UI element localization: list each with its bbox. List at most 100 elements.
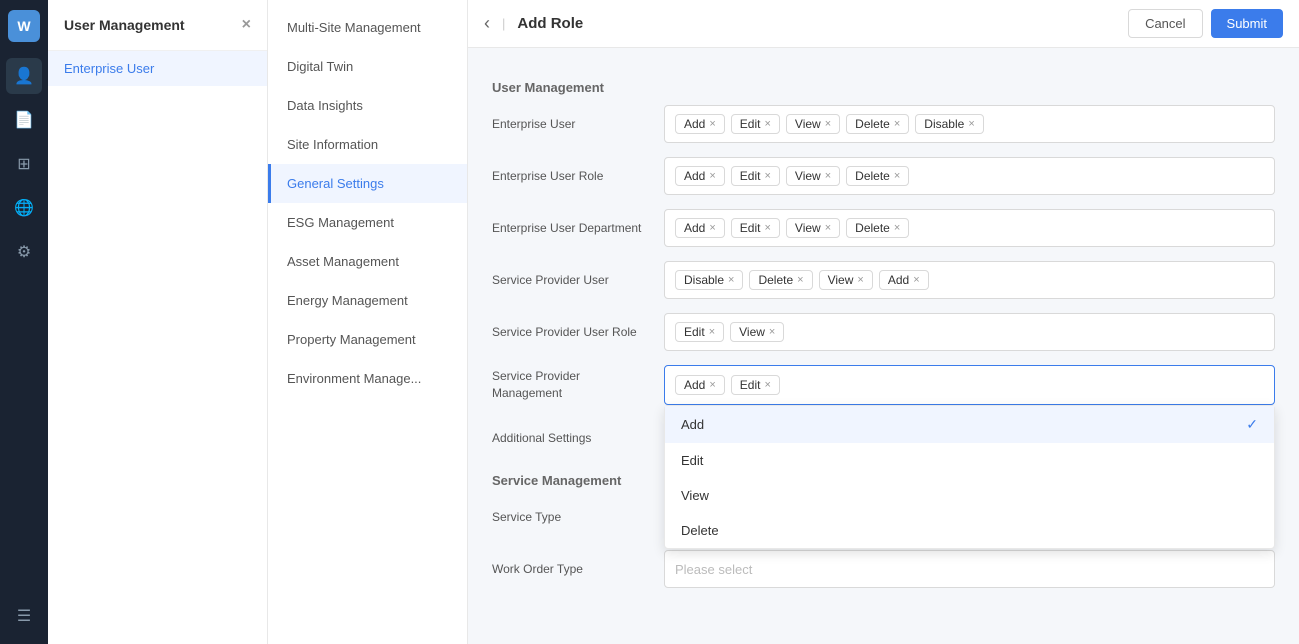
tag-disable: Disable × [915, 114, 983, 134]
permission-tags-sp-user-role[interactable]: Edit × View × [664, 313, 1275, 351]
permission-label-enterprise-user-role: Enterprise User Role [492, 168, 652, 185]
permission-label-additional-settings: Additional Settings [492, 430, 652, 447]
tag-delete-close[interactable]: × [894, 170, 900, 182]
permission-row-enterprise-user: Enterprise User Add × Edit × View × Dele… [492, 105, 1275, 143]
tag-view-close[interactable]: × [825, 118, 831, 130]
tag-view-close[interactable]: × [769, 326, 775, 338]
dropdown-item-add[interactable]: Add ✓ [665, 406, 1274, 443]
permission-tags-work-order-type[interactable]: Please select [664, 550, 1275, 588]
sidebar-icon-layers[interactable]: ⊞ [6, 146, 42, 182]
dropdown-item-label-add: Add [681, 417, 704, 432]
permission-label-work-order-type: Work Order Type [492, 561, 652, 578]
main-area: ‹ | Add Role Cancel Submit User Manageme… [468, 0, 1299, 644]
middle-nav-item-3[interactable]: Site Information [268, 125, 467, 164]
permission-tags-enterprise-user-role[interactable]: Add × Edit × View × Delete × [664, 157, 1275, 195]
permission-label-enterprise-user: Enterprise User [492, 116, 652, 133]
dropdown-item-label-view: View [681, 488, 709, 503]
tag-add-close[interactable]: × [913, 274, 919, 286]
nav-sidebar-header: User Management × [48, 0, 267, 51]
permission-tags-sp-user[interactable]: Disable × Delete × View × Add × [664, 261, 1275, 299]
tag-edit-close[interactable]: × [764, 379, 770, 391]
middle-nav-item-6[interactable]: Asset Management [268, 242, 467, 281]
tag-edit-close[interactable]: × [764, 118, 770, 130]
nav-sidebar-title: User Management [64, 17, 185, 33]
permission-label-sp-user: Service Provider User [492, 272, 652, 289]
sidebar-icon-menu[interactable]: ☰ [6, 598, 42, 634]
tag-view: View × [730, 322, 784, 342]
tag-add: Add × [675, 166, 725, 186]
page-title: Add Role [517, 15, 583, 32]
tag-add-close[interactable]: × [709, 118, 715, 130]
dropdown-item-label-delete: Delete [681, 523, 719, 538]
close-nav-button[interactable]: × [242, 16, 251, 34]
permission-row-sp-user: Service Provider User Disable × Delete ×… [492, 261, 1275, 299]
middle-nav-item-1[interactable]: Digital Twin [268, 47, 467, 86]
permission-tags-sp-management[interactable]: Add × Edit × [664, 365, 1275, 405]
tag-edit-close[interactable]: × [764, 222, 770, 234]
app-logo: W [8, 10, 40, 42]
tag-edit: Edit × [731, 375, 780, 395]
tag-disable-close[interactable]: × [968, 118, 974, 130]
tag-add-close[interactable]: × [709, 379, 715, 391]
tag-view: View × [786, 114, 840, 134]
middle-nav-item-0[interactable]: Multi-Site Management [268, 8, 467, 47]
permission-label-sp-user-role: Service Provider User Role [492, 324, 652, 341]
tag-edit-close[interactable]: × [764, 170, 770, 182]
sidebar-icon-document[interactable]: 📄 [6, 102, 42, 138]
tag-view-close[interactable]: × [825, 222, 831, 234]
middle-nav-item-9[interactable]: Environment Manage... [268, 359, 467, 398]
work-order-type-placeholder: Please select [675, 562, 752, 577]
tag-delete: Delete × [846, 114, 909, 134]
middle-nav-item-7[interactable]: Energy Management [268, 281, 467, 320]
middle-nav-item-5[interactable]: ESG Management [268, 203, 467, 242]
tag-delete-close[interactable]: × [894, 118, 900, 130]
tag-add-close[interactable]: × [709, 170, 715, 182]
icon-sidebar: W 👤 📄 ⊞ 🌐 ⚙ ☰ [0, 0, 48, 644]
middle-nav-item-8[interactable]: Property Management [268, 320, 467, 359]
permission-row-enterprise-user-dept: Enterprise User Department Add × Edit × … [492, 209, 1275, 247]
tag-add: Add × [879, 270, 929, 290]
tag-disable-close[interactable]: × [728, 274, 734, 286]
tag-delete-close[interactable]: × [797, 274, 803, 286]
tag-edit: Edit × [731, 166, 780, 186]
tag-delete-close[interactable]: × [894, 222, 900, 234]
permission-tags-enterprise-user-dept[interactable]: Add × Edit × View × Delete × [664, 209, 1275, 247]
tag-edit: Edit × [731, 114, 780, 134]
user-management-section-title: User Management [492, 80, 1275, 95]
middle-nav-item-2[interactable]: Data Insights [268, 86, 467, 125]
nav-item-enterprise-user[interactable]: Enterprise User [48, 51, 267, 86]
sidebar-icon-gear[interactable]: ⚙ [6, 234, 42, 270]
tag-delete: Delete × [846, 166, 909, 186]
tag-edit-close[interactable]: × [709, 326, 715, 338]
permission-label-enterprise-user-dept: Enterprise User Department [492, 220, 652, 237]
top-bar: ‹ | Add Role Cancel Submit [468, 0, 1299, 48]
tag-view-close[interactable]: × [825, 170, 831, 182]
tag-add: Add × [675, 375, 725, 395]
divider: | [502, 16, 505, 31]
tag-add-close[interactable]: × [709, 222, 715, 234]
dropdown-item-view[interactable]: View [665, 478, 1274, 513]
tag-view: View × [786, 218, 840, 238]
tag-edit: Edit × [675, 322, 724, 342]
permission-tags-enterprise-user[interactable]: Add × Edit × View × Delete × Disable × [664, 105, 1275, 143]
submit-button[interactable]: Submit [1211, 9, 1283, 38]
middle-nav: Multi-Site Management Digital Twin Data … [268, 0, 468, 644]
sidebar-icon-globe[interactable]: 🌐 [6, 190, 42, 226]
tag-view: View × [786, 166, 840, 186]
dropdown-item-edit[interactable]: Edit [665, 443, 1274, 478]
sidebar-icon-users[interactable]: 👤 [6, 58, 42, 94]
permission-label-sp-management: Service Provider Management [492, 368, 652, 402]
middle-nav-item-4[interactable]: General Settings [268, 164, 467, 203]
left-nav-sidebar: User Management × Enterprise User [48, 0, 268, 644]
cancel-button[interactable]: Cancel [1128, 9, 1202, 38]
tag-view-close[interactable]: × [857, 274, 863, 286]
dropdown-item-delete[interactable]: Delete [665, 513, 1274, 548]
permission-dropdown: Add ✓ Edit View Delete [664, 405, 1275, 549]
back-button[interactable]: ‹ [484, 13, 490, 34]
permission-row-sp-management: Service Provider Management Add × Edit ×… [492, 365, 1275, 405]
permission-row-sp-user-role: Service Provider User Role Edit × View × [492, 313, 1275, 351]
permission-row-enterprise-user-role: Enterprise User Role Add × Edit × View ×… [492, 157, 1275, 195]
tag-add: Add × [675, 114, 725, 134]
permission-tag-input[interactable] [786, 374, 1264, 396]
check-icon: ✓ [1246, 416, 1258, 433]
